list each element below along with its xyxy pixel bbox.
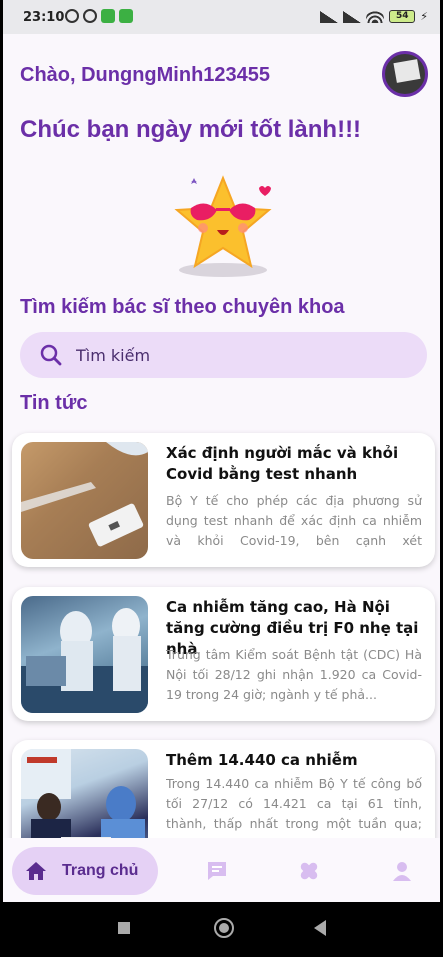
news-card[interactable]: Xác định người mắc và khỏi Covid bằng te… [12, 433, 435, 567]
chat-icon[interactable] [205, 859, 229, 883]
app-screen: 23:10 54 ⚡ Chào, DungngMinh123455 Chúc b… [3, 0, 440, 957]
avatar[interactable] [382, 51, 428, 97]
news-thumbnail [21, 442, 148, 559]
app-notification-icon [101, 9, 115, 23]
news-description: Trong 14.440 ca nhiễm Bộ Y tế công bố tố… [166, 776, 422, 831]
bottom-navigation: Trang chủ [3, 838, 440, 902]
search-bar[interactable] [20, 332, 427, 378]
home-button-icon[interactable] [214, 918, 234, 938]
status-notification-icons [65, 9, 133, 23]
search-input[interactable] [76, 345, 376, 365]
news-section-title: Tin tức [20, 392, 88, 414]
nav-home-label: Trang chủ [62, 862, 139, 879]
news-card[interactable]: Ca nhiễm tăng cao, Hà Nội tăng cường điề… [12, 587, 435, 721]
search-section-title: Tìm kiếm bác sĩ theo chuyên khoa [20, 296, 345, 318]
search-icon [40, 344, 62, 366]
alarm-icon [65, 9, 79, 23]
nav-home-tab[interactable]: Trang chủ [12, 847, 158, 895]
status-time: 23:10 [23, 10, 65, 25]
app-notification-icon [119, 9, 133, 23]
battery-icon: 54 [389, 10, 416, 23]
star-mascot-icon [174, 175, 272, 277]
bandage-icon[interactable] [297, 859, 321, 883]
greeting-text: Chào, DungngMinh123455 [20, 64, 271, 86]
back-icon[interactable] [314, 920, 326, 936]
news-title: Xác định người mắc và khỏi Covid bằng te… [166, 444, 399, 483]
profile-icon[interactable] [390, 859, 414, 883]
clock-icon [83, 9, 97, 23]
news-thumbnail [21, 596, 148, 713]
signal-icon [320, 10, 339, 23]
recent-apps-icon[interactable] [118, 922, 130, 934]
wifi-icon [366, 10, 385, 23]
status-bar: 23:10 54 ⚡ [3, 0, 440, 34]
system-navigation-bar [3, 902, 440, 957]
news-description: Bộ Y tế cho phép các địa phương sử dụng … [166, 493, 422, 548]
signal-icon [343, 10, 362, 23]
status-system-icons: 54 ⚡ [320, 10, 428, 23]
charging-icon: ⚡ [420, 10, 428, 23]
news-description: Trung tâm Kiểm soát Bệnh tật (CDC) Hà Nộ… [166, 647, 422, 702]
news-title: Thêm 14.440 ca nhiễm [166, 751, 358, 769]
home-icon [26, 862, 46, 880]
welcome-message: Chúc bạn ngày mới tốt lành!!! [20, 116, 362, 143]
